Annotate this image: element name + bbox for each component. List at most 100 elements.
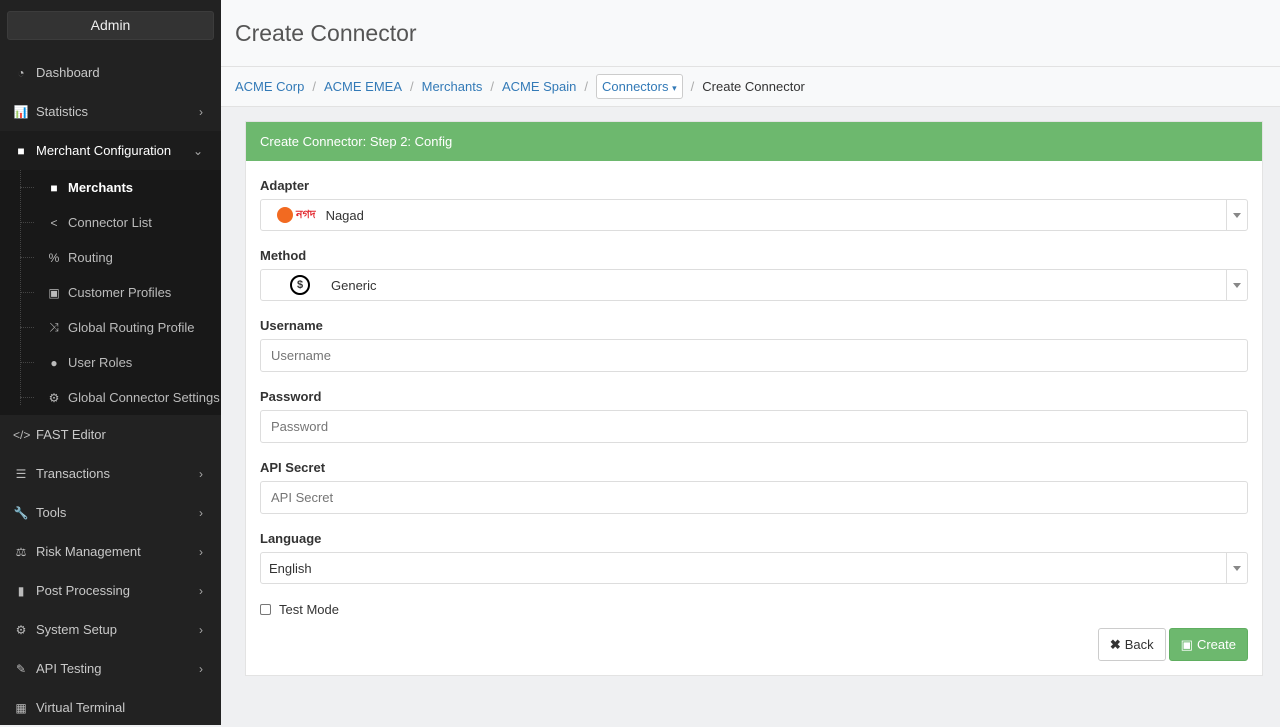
close-icon: ✖ [1109,636,1121,652]
chevron-right-icon: › [199,466,203,481]
checkbox-icon[interactable] [260,604,271,615]
dashboard-icon: ◔ [17,65,25,80]
sub-label: Connector List [68,215,152,230]
sub-connector-list[interactable]: < Connector List [0,205,221,240]
breadcrumb-merchants[interactable]: Merchants [422,79,483,94]
breadcrumb-acme-corp[interactable]: ACME Corp [235,79,304,94]
nav-post-processing[interactable]: ▮ Post Processing › [0,571,221,610]
nav-merchant-configuration[interactable]: ■ Merchant Configuration ⌄ [0,131,221,170]
main-content: Create Connector ACME Corp / ACME EMEA / M… [221,0,1280,725]
method-label: Method [260,248,307,263]
method-value: Generic [331,277,377,293]
sub-label: Global Routing Profile [68,320,195,335]
nav-transactions[interactable]: ☰ Transactions › [0,454,221,493]
sidebar: Admin ◔ Dashboard 📊 Statistics › ■ Merchant … [0,0,221,725]
sub-merchants[interactable]: ■ Merchants [0,170,221,205]
code-icon: </> [13,427,31,442]
breadcrumb-separator: / [410,79,414,94]
create-button[interactable]: ▣ Create [1168,628,1248,661]
calculator-icon: ▦ [15,700,27,715]
method-select[interactable]: $ Generic [260,269,1248,301]
adapter-value: Nagad [325,207,364,223]
test-mode-checkbox[interactable]: Test Mode [260,602,1248,617]
language-value: English [269,560,312,576]
sub-global-routing-profile[interactable]: ⤨ Global Routing Profile [0,310,221,345]
username-label: Username [260,318,323,333]
nav-risk-management[interactable]: ⚖ Risk Management › [0,532,221,571]
adapter-select[interactable]: নগদ Nagad [260,199,1248,231]
eyedropper-icon: ✎ [15,661,27,676]
sub-label: Global Connector Settings [68,390,220,405]
sub-label: Merchants [68,180,134,195]
nav-system-setup[interactable]: ⚙ System Setup › [0,610,221,649]
nav-dashboard[interactable]: ◔ Dashboard [0,53,221,92]
users-icon: ● [50,355,58,370]
back-button[interactable]: ✖ Back [1097,628,1166,661]
nav-label: Risk Management [36,544,141,559]
nav-label: Post Processing [36,583,130,598]
briefcase-icon: ■ [50,180,58,195]
briefcase-icon: ■ [17,143,25,158]
caret-down-icon [1233,283,1241,288]
dollar-circle-icon: $ [290,275,310,295]
breadcrumb-separator: / [312,79,316,94]
nav-label: Statistics [36,104,89,119]
random-icon: ⤨ [49,320,59,334]
breadcrumb-acme-emea[interactable]: ACME EMEA [324,79,402,94]
nagad-logo-icon: নগদ [277,206,316,225]
nav-virtual-terminal[interactable]: ▦ Virtual Terminal [0,688,221,727]
api-secret-field[interactable] [260,481,1248,514]
nav-tools[interactable]: 🔧 Tools › [0,493,221,532]
share-icon: < [50,215,58,230]
breadcrumb-current: Create Connector [702,79,805,94]
microchip-icon: ▮ [17,583,25,598]
password-field[interactable] [260,410,1248,443]
nav-label: Merchant Configuration [36,143,172,158]
test-mode-label: Test Mode [279,602,339,617]
admin-button[interactable]: Admin [7,11,214,40]
sub-label: Customer Profiles [68,285,172,300]
nav-label: Tools [36,505,67,520]
gear-icon: ⚙ [15,622,27,637]
breadcrumb-acme-spain[interactable]: ACME Spain [502,79,576,94]
sub-global-connector-settings[interactable]: ⚙ Global Connector Settings [0,380,221,415]
nav-menu: ◔ Dashboard 📊 Statistics › ■ Merchant Config… [0,53,221,727]
username-input[interactable] [271,348,1247,363]
sub-customer-profiles[interactable]: ▣ Customer Profiles [0,275,221,310]
gear-icon: ⚙ [48,390,60,405]
nav-label: FAST Editor [36,427,106,442]
nav-label: Transactions [36,466,110,481]
nav-label: Dashboard [36,65,100,80]
merchant-config-submenu: ■ Merchants < Connector List % Routing ▣ Cus… [0,170,221,415]
link-icon: % [48,250,60,265]
language-label: Language [260,531,322,546]
breadcrumb-separator: / [690,79,695,94]
nav-label: System Setup [36,622,117,637]
nav-api-testing[interactable]: ✎ API Testing › [0,649,221,688]
balance-scale-icon: ⚖ [15,544,27,559]
nav-fast-editor[interactable]: </> FAST Editor [0,415,221,454]
adapter-label: Adapter [260,178,310,193]
breadcrumb-separator: / [490,79,494,94]
chevron-right-icon: › [199,622,203,637]
chevron-right-icon: › [199,661,203,676]
sub-user-roles[interactable]: ● User Roles [0,345,221,380]
chevron-right-icon: › [199,104,203,119]
sub-label: Routing [68,250,113,265]
language-select[interactable]: English [260,552,1248,584]
chevron-right-icon: › [199,583,203,598]
wrench-icon: 🔧 [13,505,29,520]
create-connector-panel: Create Connector: Step 2: Config Adapter… [245,121,1263,676]
sub-routing[interactable]: % Routing [0,240,221,275]
caret-down-icon: ▾ [672,83,677,93]
caret-down-icon [1233,566,1241,571]
create-label: Create [1196,637,1236,652]
nav-statistics[interactable]: 📊 Statistics › [0,92,221,131]
back-label: Back [1124,637,1154,652]
breadcrumb-connectors-dropdown[interactable]: Connectors ▾ [596,74,683,99]
password-input[interactable] [271,419,1247,434]
username-field[interactable] [260,339,1248,372]
chevron-right-icon: › [199,544,203,559]
save-icon: ▣ [1180,636,1193,652]
api-secret-input[interactable] [271,490,1247,505]
